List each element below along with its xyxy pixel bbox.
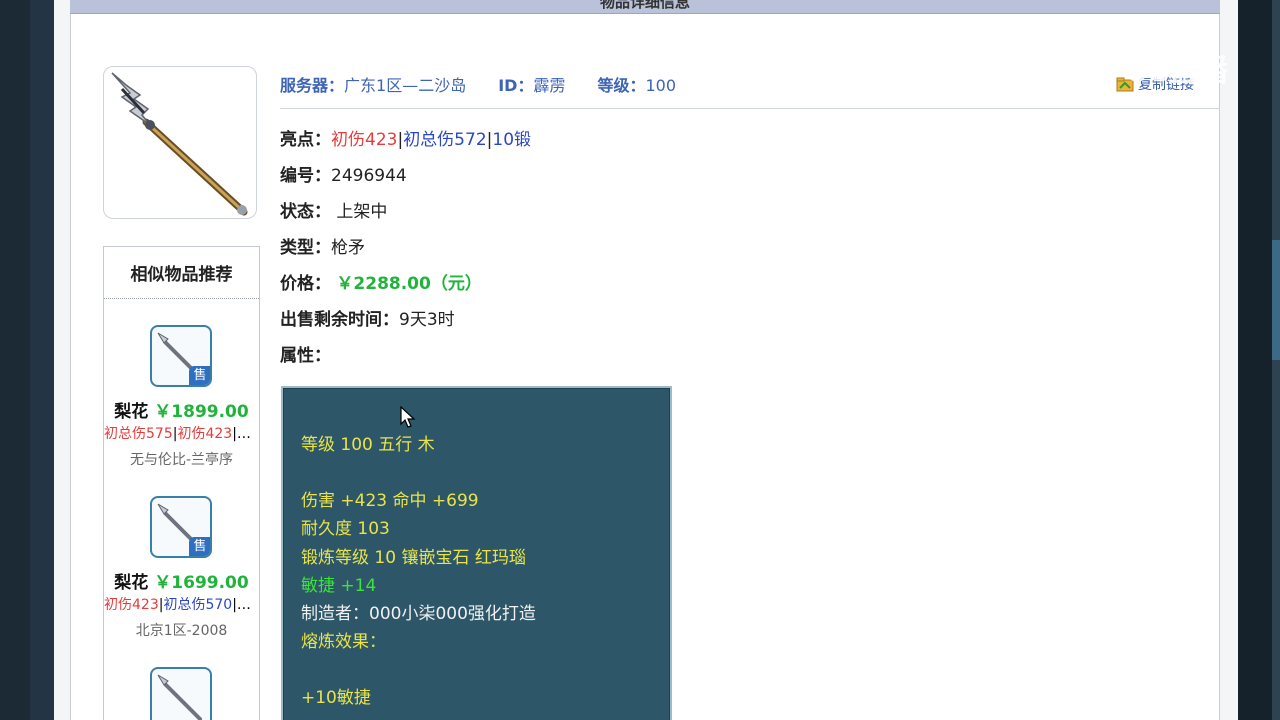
recommend-tag: 初总伤575 <box>104 426 173 442</box>
recommend-more: … <box>236 597 251 613</box>
time-value: 9天3时 <box>399 310 455 330</box>
spear-icon <box>111 72 248 216</box>
price-row: 价格： ￥2288.00（元） <box>280 269 482 294</box>
page: 物品详细信息 服务器：广东1区—二沙岛 ID：霹雳 等级：100 复制链接 亮点：初… <box>54 0 1238 720</box>
status-row: 状态： 上架中 <box>280 197 387 222</box>
recommend-name: 梨花 <box>114 573 149 593</box>
recommend-thumb[interactable]: 售 <box>150 325 212 387</box>
number-row: 编号：2496944 <box>280 161 407 186</box>
recommend-tag: 初伤423 <box>177 426 233 442</box>
recommend-name-price: 梨花 ￥1699.00 <box>104 568 259 593</box>
item-image <box>103 66 257 219</box>
sale-badge: 售 <box>189 366 210 385</box>
type-value: 枪矛 <box>331 238 365 258</box>
attribute-panel: 等级 100 五行 木 伤害 +423 命中 +699 耐久度 103 锻炼等级… <box>281 386 672 720</box>
recommend-more: … <box>236 426 251 442</box>
type-row: 类型：枪矛 <box>280 233 365 258</box>
attr-row: 属性： <box>280 341 331 366</box>
watermark-logo-icon <box>1074 46 1118 90</box>
highlight-tag-2: 初总伤572 <box>403 130 487 150</box>
time-label: 出售剩余时间： <box>280 310 399 330</box>
recommend-tag: 初总伤570 <box>163 597 233 613</box>
header-divider <box>280 108 1220 109</box>
attr-line-agility: 敏捷 +14 <box>301 576 377 596</box>
attr-line-bonus: +10敏捷 <box>301 688 371 708</box>
price-label: 价格： <box>280 274 331 294</box>
recommend-server: 无与伦比-兰亭序 <box>129 452 234 468</box>
recommend-name: 梨花 <box>114 402 149 422</box>
highlight-tag-1: 初伤423 <box>331 130 398 150</box>
attr-line-smelt: 熔炼效果： <box>301 632 386 652</box>
server-line: 服务器：广东1区—二沙岛 ID：霹雳 等级：100 <box>280 72 676 96</box>
attr-label: 属性： <box>280 346 331 366</box>
sidebar-title: 相似物品推荐 <box>104 247 259 299</box>
status-label: 状态： <box>280 202 331 222</box>
recommend-price: ￥1899.00 <box>154 402 249 422</box>
time-row: 出售剩余时间：9天3时 <box>280 305 455 330</box>
attr-line-forge: 锻炼等级 10 镶嵌宝石 红玛瑙 <box>301 548 526 568</box>
attr-line-durability: 耐久度 103 <box>301 519 390 539</box>
recommend-thumb[interactable] <box>150 667 212 720</box>
number-value: 2496944 <box>331 166 407 186</box>
spear-icon <box>157 674 202 720</box>
highlight-tag-3: 10锻 <box>492 130 532 150</box>
right-frame-edge <box>1272 0 1280 720</box>
level-label: 等级： <box>597 76 646 95</box>
recommend-tags: 初伤423|初总伤570|… <box>104 597 251 613</box>
recommend-price: ￥1699.00 <box>154 573 249 593</box>
id-value: 霹雳 <box>533 76 566 95</box>
server-label: 服务器： <box>280 76 345 95</box>
level-value: 100 <box>645 76 677 95</box>
id-label: ID： <box>498 76 534 95</box>
recommend-server: 北京1区-2008 <box>135 623 228 639</box>
title-bar: 物品详细信息 <box>70 0 1220 14</box>
attr-line-damage: 伤害 +423 命中 +699 <box>301 491 479 511</box>
mouse-cursor-icon <box>400 406 416 428</box>
attr-line-maker: 制造者：000小柒000强化打造 <box>301 604 536 624</box>
watermark: CC直播 <box>1074 46 1228 90</box>
recommend-name-price: 梨花 ￥1899.00 <box>104 397 259 422</box>
watermark-text: CC直播 <box>1124 54 1229 89</box>
sale-badge: 售 <box>189 537 210 556</box>
status-value: 上架中 <box>336 202 388 222</box>
server-value: 广东1区—二沙岛 <box>344 76 467 95</box>
type-label: 类型： <box>280 238 331 258</box>
similar-items-sidebar: 相似物品推荐 售 梨花 ￥1899.00 初总伤575|初伤423|… 无与伦比-… <box>103 246 260 720</box>
highlights-label: 亮点： <box>280 130 331 150</box>
recommend-tag: 初伤423 <box>104 597 159 613</box>
number-label: 编号： <box>280 166 331 186</box>
price-value: ￥2288.00（元） <box>336 274 482 294</box>
recommend-thumb[interactable]: 售 <box>150 496 212 558</box>
highlights-row: 亮点：初伤423|初总伤572|10锻 <box>280 130 532 150</box>
attr-line-level: 等级 100 五行 木 <box>301 435 435 455</box>
title-bar-text: 物品详细信息 <box>599 0 690 11</box>
left-frame-inner <box>30 0 54 720</box>
recommend-tags: 初总伤575|初伤423|… <box>104 426 251 442</box>
right-frame-accent <box>1272 240 1280 360</box>
